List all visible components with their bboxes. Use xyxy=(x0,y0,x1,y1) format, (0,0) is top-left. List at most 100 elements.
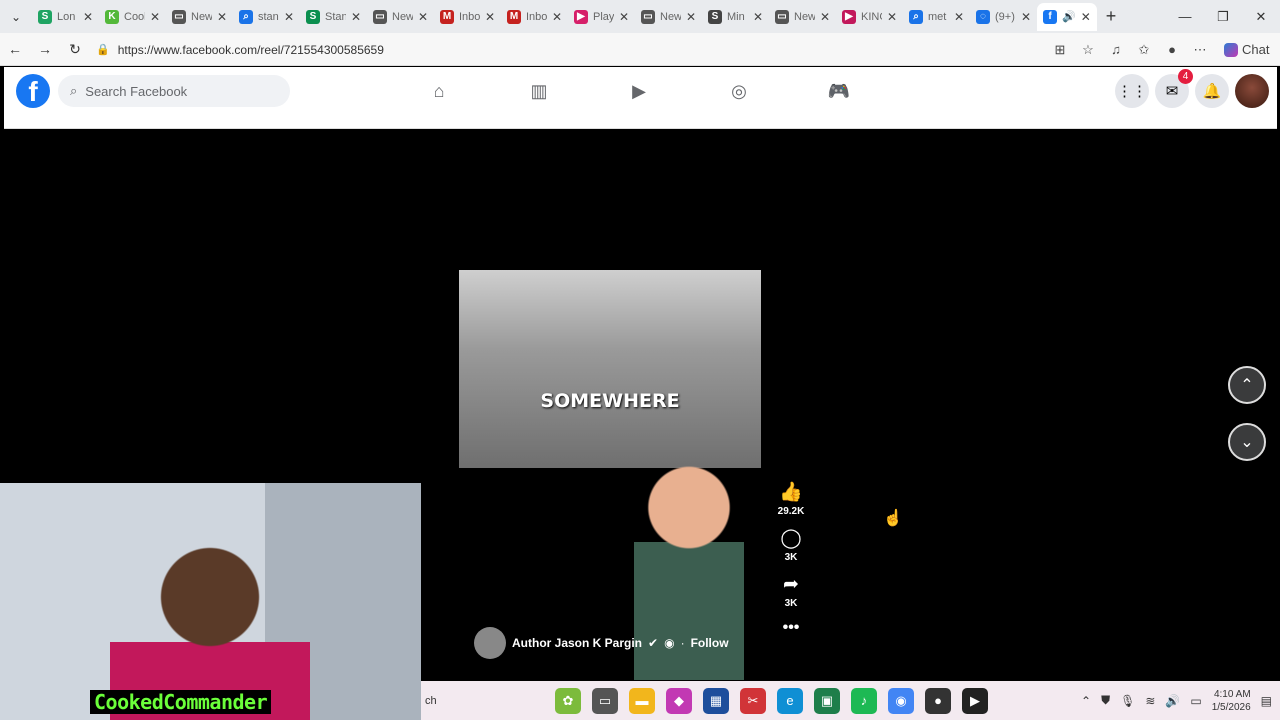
facebook-logo[interactable]: f xyxy=(16,74,50,108)
maximize-button[interactable]: ❐ xyxy=(1204,0,1242,33)
spotify-icon[interactable]: ♪ xyxy=(851,687,877,714)
chrome-icon[interactable]: ◉ xyxy=(888,687,914,714)
calculator-icon[interactable]: ▦ xyxy=(703,687,729,714)
facebook-search-input[interactable]: ⌕ Search Facebook xyxy=(58,75,290,107)
widgets-icon[interactable]: ✿ xyxy=(555,687,581,714)
tab-facebook-active[interactable]: f 🔊 ✕ xyxy=(1037,2,1097,31)
close-tab-icon[interactable]: ✕ xyxy=(887,10,897,24)
browser-tab[interactable]: ▭ New ✕ xyxy=(769,3,836,31)
new-tab-button[interactable]: + xyxy=(1097,6,1125,27)
k-icon: K xyxy=(105,9,119,24)
previous-reel-button[interactable]: ⌃ xyxy=(1228,366,1266,404)
close-tab-icon[interactable]: ✕ xyxy=(284,10,294,24)
volume-icon[interactable]: 🔊 xyxy=(1165,694,1180,708)
microphone-icon[interactable]: 🎙 xyxy=(1120,694,1135,708)
favorites-icon[interactable]: ✩ xyxy=(1132,42,1156,58)
tab-title: New xyxy=(392,10,413,23)
follow-button[interactable]: Follow xyxy=(691,636,729,650)
favorite-star-icon[interactable]: ☆ xyxy=(1076,42,1100,58)
tab-list-dropdown[interactable]: ⌄ xyxy=(0,0,32,33)
edge-icon[interactable]: e xyxy=(777,687,803,714)
url-field[interactable]: 🔒 https://www.facebook.com/reel/72155430… xyxy=(96,37,1096,62)
battery-icon[interactable]: ▭ xyxy=(1190,694,1201,708)
browser-tab[interactable]: ⌕ stan ✕ xyxy=(233,3,300,31)
browser-tab[interactable]: K Cool ✕ xyxy=(99,3,166,31)
like-count: 29.2K xyxy=(777,506,805,517)
close-tab-icon[interactable]: ✕ xyxy=(150,10,160,24)
gaming-icon[interactable]: 🎮 xyxy=(804,81,874,102)
read-aloud-icon[interactable]: ♫ xyxy=(1104,42,1128,57)
reel-video[interactable]: SOMEWHERE Author Jason K Pargin ✔ ◉ · Fo… xyxy=(459,270,761,680)
video-icon[interactable]: ▶ xyxy=(604,81,674,102)
browser-tab[interactable]: ▭ New ✕ xyxy=(635,3,702,31)
taskbar-search[interactable]: ch xyxy=(421,695,511,707)
profile-icon[interactable]: ● xyxy=(1160,42,1184,57)
home-icon[interactable]: ⌂ xyxy=(404,81,474,102)
obs-icon[interactable]: ● xyxy=(925,687,951,714)
close-tab-icon[interactable]: ✕ xyxy=(753,10,763,24)
close-tab-icon[interactable]: ✕ xyxy=(552,10,562,24)
terminal-icon[interactable]: ▣ xyxy=(814,687,840,714)
close-tab-icon[interactable]: ✕ xyxy=(217,10,227,24)
app-available-icon[interactable]: ⊞ xyxy=(1048,42,1072,58)
browser-tab[interactable]: ▭ New ✕ xyxy=(166,3,233,31)
wifi-icon[interactable]: ≋ xyxy=(1145,694,1155,708)
back-button[interactable]: ← xyxy=(0,41,30,57)
dashboard-icon[interactable]: ▥ xyxy=(504,81,574,102)
browser-tab[interactable]: S Lon ✕ xyxy=(32,3,99,31)
notifications-icon[interactable]: ▤ xyxy=(1261,694,1272,708)
close-tab-icon[interactable]: ✕ xyxy=(351,10,361,24)
show-hidden-icons[interactable]: ⌃ xyxy=(1081,694,1091,708)
browser-tab[interactable]: M Inbo ✕ xyxy=(434,3,501,31)
snipping-tool-icon[interactable]: ✂ xyxy=(740,687,766,714)
close-tab-icon[interactable]: ✕ xyxy=(954,10,964,24)
s-icon: S xyxy=(306,9,320,24)
more-menu-icon[interactable]: ⋯ xyxy=(1188,42,1212,58)
close-tab-icon[interactable]: ✕ xyxy=(619,10,629,24)
next-reel-button[interactable]: ⌄ xyxy=(1228,423,1266,461)
copilot-app-icon[interactable]: ◆ xyxy=(666,687,692,714)
groups-icon[interactable]: ◎ xyxy=(704,81,774,102)
task-view-icon[interactable]: ▭ xyxy=(592,687,618,714)
search-placeholder: Search Facebook xyxy=(85,83,188,99)
speaker-icon[interactable]: 🔊 xyxy=(1062,10,1076,23)
menu-grid-icon[interactable]: ⋮⋮ xyxy=(1115,74,1149,108)
notifications-bell-icon[interactable]: 🔔 xyxy=(1195,74,1229,108)
reload-button[interactable]: ↻ xyxy=(60,41,90,58)
site-info-icon[interactable]: 🔒 xyxy=(96,43,110,56)
close-tab-icon[interactable]: ✕ xyxy=(1021,10,1031,24)
forward-button[interactable]: → xyxy=(30,41,60,57)
close-window-button[interactable]: ✕ xyxy=(1242,0,1280,33)
browser-tab[interactable]: S Min ✕ xyxy=(702,3,769,31)
tab-title: Min xyxy=(727,10,745,23)
browser-tab[interactable]: ⌕ met ✕ xyxy=(903,3,970,31)
account-avatar[interactable] xyxy=(1235,74,1269,108)
messenger-icon[interactable]: ✉ 4 xyxy=(1155,69,1193,108)
file-explorer-icon[interactable]: ▬ xyxy=(629,687,655,714)
minimize-button[interactable]: — xyxy=(1166,0,1204,33)
comment-action[interactable]: ◯ 3K xyxy=(780,527,801,563)
close-tab-icon[interactable]: ✕ xyxy=(418,10,428,24)
browser-tab[interactable]: ▶ Play ✕ xyxy=(568,3,635,31)
close-tab-icon[interactable]: ✕ xyxy=(686,10,696,24)
copilot-chat-button[interactable]: Chat xyxy=(1216,40,1274,59)
clock[interactable]: 4:10 AM 1/5/2026 xyxy=(1212,688,1251,714)
like-action[interactable]: 👍 29.2K xyxy=(778,480,805,517)
close-tab-icon[interactable]: ✕ xyxy=(820,10,830,24)
browser-tab[interactable]: ▭ New ✕ xyxy=(367,3,434,31)
browser-tab[interactable]: M Inbo ✕ xyxy=(501,3,568,31)
security-icon[interactable]: ⛊ xyxy=(1101,693,1110,708)
browser-tab[interactable]: S Stan ✕ xyxy=(300,3,367,31)
streamer-name: CookedCommander xyxy=(90,690,272,714)
browser-tab[interactable]: ◌ (9+) ✕ xyxy=(970,3,1037,31)
share-action[interactable]: ➦ 3K xyxy=(783,573,799,609)
close-tab-icon[interactable]: ✕ xyxy=(485,10,495,24)
browser-tab[interactable]: ▶ KING ✕ xyxy=(836,3,903,31)
author-avatar[interactable] xyxy=(474,627,506,659)
more-options-icon[interactable]: ••• xyxy=(783,619,800,637)
media-player-icon[interactable]: ▶ xyxy=(962,687,988,714)
close-tab-icon[interactable]: ✕ xyxy=(1081,10,1091,24)
author-name[interactable]: Author Jason K Pargin xyxy=(512,636,642,650)
windows-taskbar: ch ✿ ▭ ▬ ◆ ▦ ✂ e ▣ ♪ ◉ ● ▶ ⌃ ⛊ 🎙 ≋ 🔊 ▭ 4… xyxy=(421,681,1280,720)
close-tab-icon[interactable]: ✕ xyxy=(83,10,93,24)
